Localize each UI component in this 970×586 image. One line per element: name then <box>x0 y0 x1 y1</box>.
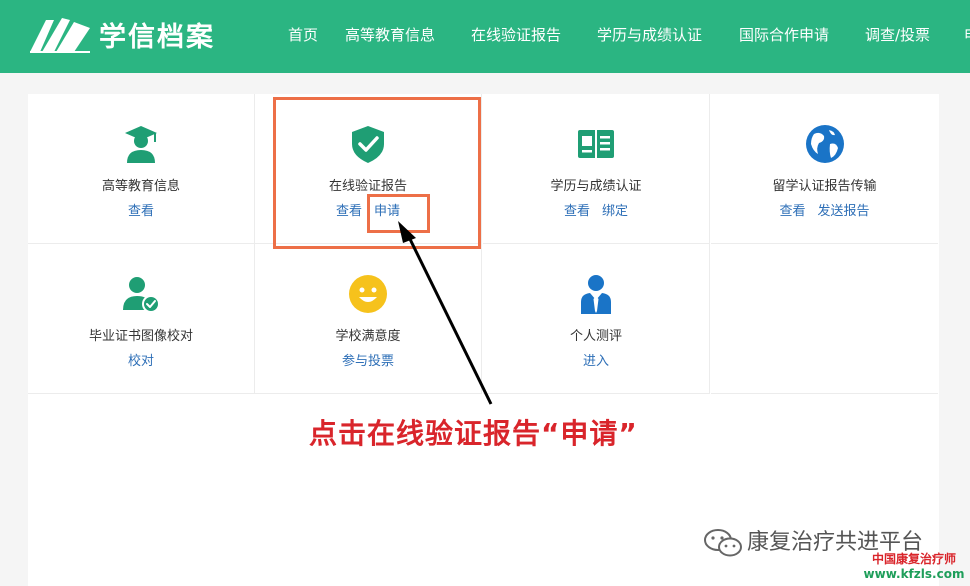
brand-logo-icon <box>30 18 90 53</box>
watermark-site-url: www.kfzls.com <box>863 567 965 581</box>
book-icon <box>578 130 614 158</box>
card-title: 毕业证书图像校对 <box>88 329 193 344</box>
user-check-icon <box>123 277 160 313</box>
card-personal-assessment: 个人测评 进入 <box>483 244 710 394</box>
card-school-satisfaction: 学校满意度 参与投票 <box>255 244 482 394</box>
brand-name[interactable]: 学信档案 <box>99 18 215 58</box>
card-title: 个人测评 <box>569 329 622 344</box>
graduate-icon <box>125 126 157 163</box>
card-links: 进入 <box>483 353 709 371</box>
enter-link[interactable]: 进入 <box>583 354 609 369</box>
view-link[interactable]: 查看 <box>779 204 805 219</box>
nav-online-verification-report[interactable]: 在线验证报告 <box>471 24 561 46</box>
card-title: 留学认证报告传输 <box>772 179 877 194</box>
card-links: 查看 绑定 <box>483 203 709 221</box>
watermark-site: 中国康复治疗师 www.kfzls.com <box>858 552 970 586</box>
card-title: 高等教育信息 <box>101 179 180 194</box>
card-links: 校对 <box>28 353 254 371</box>
card-title: 学校满意度 <box>335 329 401 344</box>
view-link[interactable]: 查看 <box>128 204 154 219</box>
nav-degree-transcript-certification[interactable]: 学历与成绩认证 <box>597 24 702 46</box>
nav-overflow-item[interactable]: 申 <box>964 24 970 46</box>
view-link[interactable]: 查看 <box>564 204 590 219</box>
service-panel: 高等教育信息 查看 在线验证报告 查看 申请 学历与成绩认证 查看 绑定 留学认… <box>28 94 939 586</box>
nav-international-cooperation[interactable]: 国际合作申请 <box>739 24 829 46</box>
card-links: 查看 <box>28 203 254 221</box>
check-link[interactable]: 校对 <box>128 354 154 369</box>
card-diploma-image-check: 毕业证书图像校对 校对 <box>28 244 255 394</box>
watermark-site-name: 中国康复治疗师 <box>871 552 956 566</box>
nav-higher-education-info[interactable]: 高等教育信息 <box>345 24 435 46</box>
nav-home[interactable]: 首页 <box>288 24 318 46</box>
person-tie-icon <box>581 275 611 314</box>
nav-survey-vote[interactable]: 调查/投票 <box>865 24 930 46</box>
bind-link[interactable]: 绑定 <box>602 204 628 219</box>
card-title: 学历与成绩认证 <box>550 179 642 194</box>
instruction-text: 点击在线验证报告“申请” <box>309 417 638 450</box>
vote-link[interactable]: 参与投票 <box>342 354 394 369</box>
card-links: 查看 发送报告 <box>711 203 938 221</box>
card-study-abroad-report-transfer: 留学认证报告传输 查看 发送报告 <box>711 94 938 244</box>
card-higher-education-info: 高等教育信息 查看 <box>28 94 255 244</box>
globe-icon <box>805 125 844 163</box>
highlight-box-apply-link <box>367 194 430 233</box>
card-degree-transcript-certification: 学历与成绩认证 查看 绑定 <box>483 94 710 244</box>
smiley-icon <box>349 275 387 313</box>
card-links: 参与投票 <box>255 353 481 371</box>
send-report-link[interactable]: 发送报告 <box>818 204 870 219</box>
wechat-icon <box>704 529 742 557</box>
top-navigation-bar: 学信档案 首页 高等教育信息 在线验证报告 学历与成绩认证 国际合作申请 调查/… <box>0 0 970 73</box>
empty-card <box>711 244 938 394</box>
